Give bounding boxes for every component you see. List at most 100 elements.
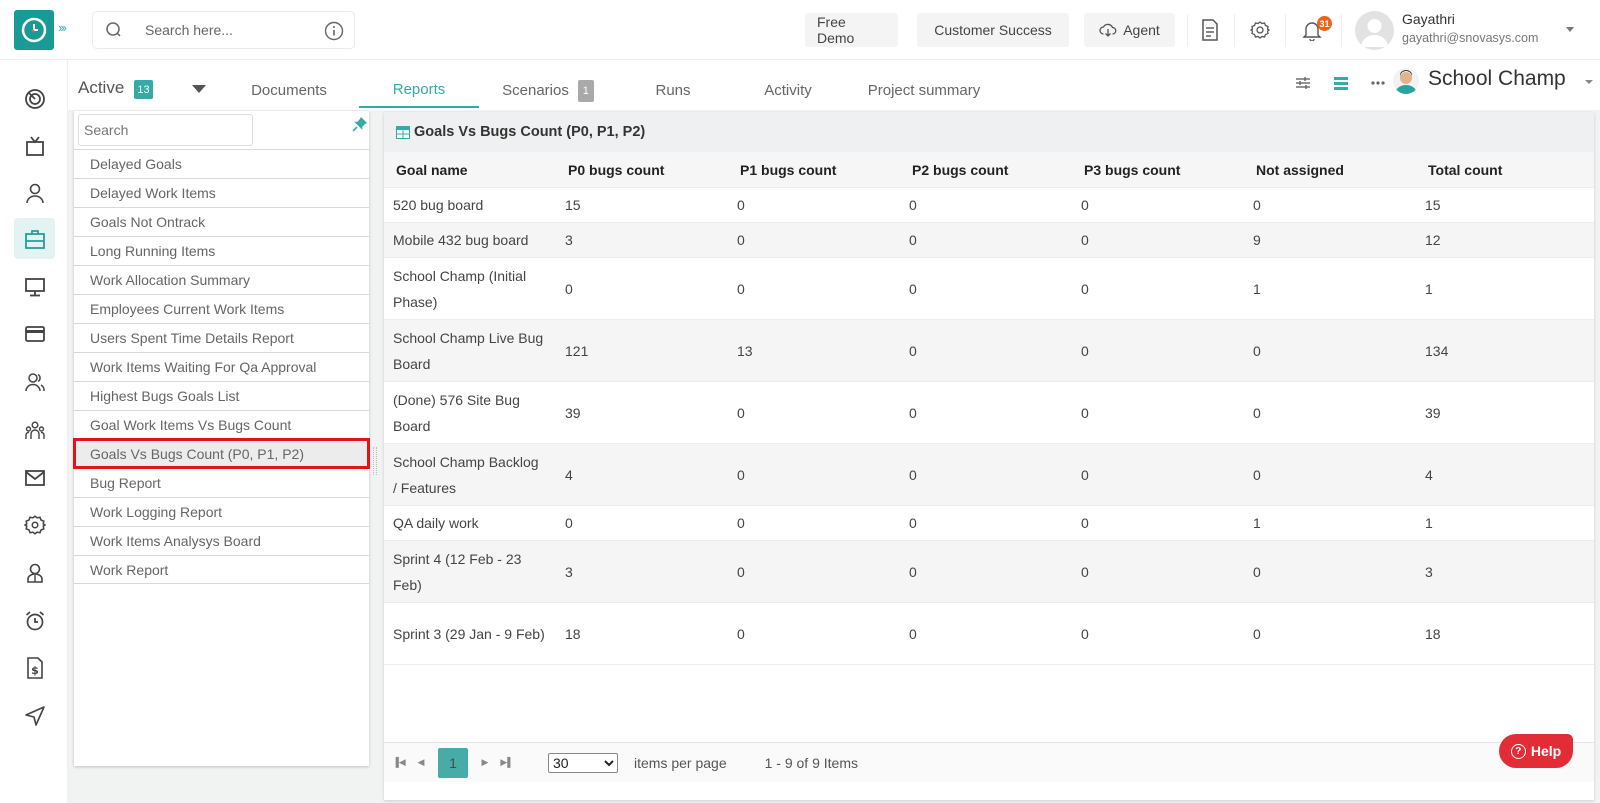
- project-caret-icon[interactable]: [1585, 80, 1593, 84]
- count-cell: 0: [1081, 466, 1089, 483]
- project-name[interactable]: School Champ: [1428, 67, 1566, 91]
- column-header[interactable]: Not assigned: [1244, 157, 1416, 183]
- rail-item-dashboard[interactable]: [14, 78, 55, 119]
- table-row[interactable]: QA daily work 0 0 0 0 1 1: [384, 506, 1594, 541]
- table-row[interactable]: (Done) 576 Site Bug Board 39 0 0 0 0 39: [384, 382, 1594, 444]
- rail-item-monitor[interactable]: [14, 266, 55, 307]
- report-list-item[interactable]: Users Spent Time Details Report: [74, 323, 369, 352]
- table-row[interactable]: Sprint 3 (29 Jan - 9 Feb) 18 0 0 0 0 18: [384, 603, 1594, 665]
- rail-item-send[interactable]: [14, 695, 55, 736]
- prev-page-icon[interactable]: ◀: [410, 752, 432, 774]
- rail-item-settings[interactable]: [14, 504, 55, 545]
- report-list-item[interactable]: Work Allocation Summary: [74, 265, 369, 294]
- report-list-item[interactable]: Work Report: [74, 555, 369, 584]
- column-header[interactable]: Goal name: [384, 157, 556, 183]
- info-icon[interactable]: [324, 21, 344, 46]
- report-search-input[interactable]: [78, 114, 253, 146]
- clock-logo-icon: [21, 17, 47, 43]
- settings-icon[interactable]: [1248, 18, 1272, 42]
- first-page-icon[interactable]: ▐◀: [388, 752, 410, 774]
- column-header[interactable]: Total count: [1416, 157, 1586, 183]
- table-row[interactable]: 520 bug board 15 0 0 0 0 15: [384, 188, 1594, 223]
- rail-item-projects[interactable]: [14, 218, 55, 259]
- customer-success-button[interactable]: Customer Success: [917, 13, 1069, 47]
- user-avatar[interactable]: [1355, 11, 1394, 50]
- table-row[interactable]: Sprint 4 (12 Feb - 23 Feb) 3 0 0 0 0 3: [384, 541, 1594, 603]
- current-page-button[interactable]: 1: [438, 747, 468, 778]
- table-row[interactable]: School Champ Backlog / Features 4 0 0 0 0 4: [384, 444, 1594, 506]
- count-cell: 0: [909, 466, 917, 483]
- rail-item-mail[interactable]: [14, 457, 55, 498]
- count-cell: 18: [565, 625, 581, 642]
- project-avatar: [1393, 68, 1419, 94]
- rail-item-tv[interactable]: [14, 125, 55, 166]
- table-row[interactable]: Mobile 432 bug board 3 0 0 0 9 12: [384, 223, 1594, 258]
- tab-runs[interactable]: Runs: [628, 73, 718, 108]
- status-filter-caret-icon[interactable]: [192, 85, 206, 93]
- rail-item-billing[interactable]: [14, 313, 55, 354]
- tab-reports[interactable]: Reports: [359, 73, 479, 108]
- report-title-bar: Goals Vs Bugs Count (P0, P1, P2): [384, 112, 1594, 152]
- count-cell: 0: [1253, 342, 1261, 359]
- rail-item-users[interactable]: [14, 361, 55, 402]
- report-list-item[interactable]: Bug Report: [74, 468, 369, 497]
- table-row[interactable]: School Champ (Initial Phase) 0 0 0 0 1 1: [384, 258, 1594, 320]
- filter-sliders-icon[interactable]: [1292, 72, 1314, 94]
- column-header[interactable]: P3 bugs count: [1072, 157, 1244, 183]
- rail-item-alarm[interactable]: [14, 600, 55, 641]
- count-cell: 0: [1081, 404, 1089, 421]
- pin-icon[interactable]: [352, 116, 368, 137]
- report-list-item-selected[interactable]: Goals Vs Bugs Count (P0, P1, P2): [73, 438, 370, 469]
- status-filter-label[interactable]: Active: [78, 78, 124, 98]
- report-list-item[interactable]: Goals Not Ontrack: [74, 207, 369, 236]
- rail-item-profile[interactable]: [14, 552, 55, 593]
- panel-resize-handle[interactable]: [373, 447, 377, 475]
- list-view-icon[interactable]: [1330, 72, 1352, 94]
- page-size-select[interactable]: 30: [548, 752, 618, 773]
- alarm-icon: [25, 610, 44, 630]
- table-row[interactable]: School Champ Live Bug Board 121 13 0 0 0 134: [384, 320, 1594, 382]
- profile-icon: [26, 563, 43, 583]
- report-list-item[interactable]: Goal Work Items Vs Bugs Count: [74, 410, 369, 439]
- report-list-item[interactable]: Delayed Work Items: [74, 178, 369, 207]
- agent-button[interactable]: Agent: [1084, 13, 1175, 47]
- rail-item-team[interactable]: [14, 410, 55, 451]
- count-cell: 1: [1425, 515, 1433, 531]
- report-list-item[interactable]: Work Logging Report: [74, 497, 369, 526]
- report-list-item[interactable]: Long Running Items: [74, 236, 369, 265]
- report-list-item[interactable]: Work Items Analysys Board: [74, 526, 369, 555]
- tab-activity[interactable]: Activity: [738, 73, 838, 108]
- count-cell: 15: [565, 197, 581, 213]
- expand-sidebar-icon[interactable]: ›››: [58, 20, 67, 35]
- tab-scenarios-count-badge: 1: [577, 79, 594, 102]
- column-header[interactable]: P0 bugs count: [556, 157, 728, 183]
- pager-info: 1 - 9 of 9 Items: [764, 754, 858, 771]
- report-list-item[interactable]: Employees Current Work Items: [74, 294, 369, 323]
- tab-scenarios[interactable]: Scenarios 1: [488, 73, 608, 108]
- count-cell: 9: [1253, 232, 1261, 248]
- count-cell: 0: [909, 563, 917, 580]
- tab-project-summary[interactable]: Project summary: [854, 73, 994, 108]
- project-tab-bar: Active 13 Documents Reports Scenarios 1 …: [68, 60, 1600, 110]
- global-search-input[interactable]: [145, 22, 315, 38]
- app-logo[interactable]: [14, 10, 54, 50]
- column-header[interactable]: P2 bugs count: [900, 157, 1072, 183]
- next-page-icon[interactable]: ▶: [474, 752, 496, 774]
- user-menu-caret-icon[interactable]: [1566, 27, 1574, 32]
- report-list-item[interactable]: Work Items Waiting For Qa Approval: [74, 352, 369, 381]
- report-list-item[interactable]: Highest Bugs Goals List: [74, 381, 369, 410]
- tab-documents[interactable]: Documents: [238, 73, 340, 108]
- document-icon[interactable]: [1198, 18, 1222, 42]
- report-list-item[interactable]: Delayed Goals: [74, 149, 369, 178]
- count-cell: 39: [565, 404, 581, 421]
- user-name[interactable]: Gayathri: [1402, 11, 1455, 27]
- count-cell: 3: [1425, 563, 1433, 580]
- rail-item-invoice[interactable]: $: [14, 647, 55, 688]
- more-options-icon[interactable]: [1367, 72, 1389, 94]
- column-header[interactable]: P1 bugs count: [728, 157, 900, 183]
- free-demo-button[interactable]: Free Demo: [805, 13, 898, 47]
- last-page-icon[interactable]: ▶▌: [496, 752, 518, 774]
- rail-item-user[interactable]: [14, 172, 55, 213]
- help-button[interactable]: ? Help: [1499, 734, 1573, 768]
- report-title: Goals Vs Bugs Count (P0, P1, P2): [414, 124, 646, 140]
